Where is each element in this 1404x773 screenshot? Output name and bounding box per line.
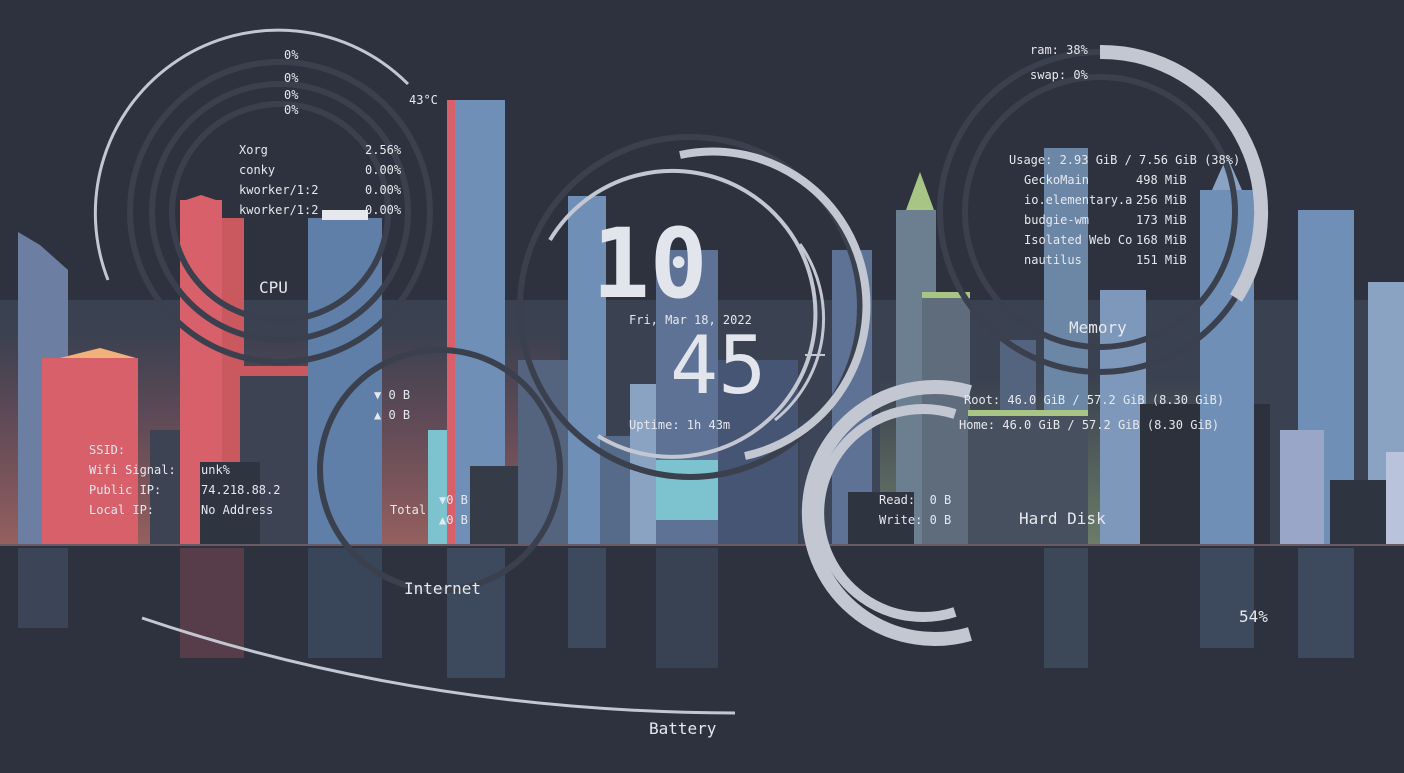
- battery-ring: [141, 616, 736, 715]
- memory-process-size: 168 MiB: [1136, 233, 1187, 247]
- memory-process-name: Isolated Web Co: [1024, 233, 1133, 247]
- memory-process-name: io.elementary.a: [1024, 193, 1133, 207]
- clock-uptime: Uptime: 1h 43m: [629, 418, 731, 432]
- desktop: 0% 0% 0% 0% 43°C Xorg 2.56% conky 0.00% …: [0, 0, 1404, 773]
- battery-label: Battery: [649, 719, 717, 738]
- cpu-core-2-usage: 0%: [284, 71, 299, 85]
- public-ip-value: 74.218.88.2: [201, 483, 281, 497]
- wifi-signal-value: unk%: [201, 463, 230, 477]
- memory-process-name: budgie-wm: [1024, 213, 1090, 227]
- cpu-core-3-usage: 0%: [284, 88, 299, 102]
- memory-swap-percent: swap: 0%: [1030, 68, 1088, 82]
- memory-ram-percent: ram: 38%: [1030, 43, 1088, 57]
- memory-process-name: nautilus: [1024, 253, 1082, 267]
- cpu-temperature: 43°C: [409, 93, 438, 107]
- network-total-label: Total: [390, 503, 427, 517]
- cpu-core-4-usage: 0%: [284, 103, 299, 117]
- cpu-core-1-usage: 0%: [284, 48, 299, 62]
- battery-percent: 54%: [1239, 607, 1268, 626]
- cpu-process-name: conky: [239, 163, 276, 177]
- cpu-process-name: kworker/1:2: [239, 183, 319, 197]
- cpu-label: CPU: [259, 278, 288, 297]
- disk-write-speed: Write: 0 B: [879, 513, 952, 527]
- cpu-process-name: Xorg: [239, 143, 268, 157]
- disk-read-speed: Read: 0 B: [879, 493, 952, 507]
- public-ip-label: Public IP:: [89, 483, 162, 497]
- memory-process-size: 173 MiB: [1136, 213, 1187, 227]
- ssid-label: SSID:: [89, 443, 126, 457]
- disk-root-usage: Root: 46.0 GiB / 57.2 GiB (8.30 GiB): [964, 393, 1225, 407]
- internet-label: Internet: [404, 579, 482, 598]
- clock-hours: 10: [592, 208, 708, 320]
- memory-process-size: 151 MiB: [1136, 253, 1187, 267]
- clock-minutes: 45: [670, 319, 767, 412]
- cpu-process-name: kworker/1:2: [239, 203, 319, 217]
- memory-usage: Usage: 2.93 GiB / 7.56 GiB (38%): [1009, 153, 1241, 167]
- cpu-process-usage: 0.00%: [365, 163, 402, 177]
- local-ip-value: No Address: [201, 503, 274, 517]
- memory-process-size: 256 MiB: [1136, 193, 1187, 207]
- cpu-process-usage: 0.00%: [365, 203, 402, 217]
- cpu-process-usage: 0.00%: [365, 183, 402, 197]
- disk-home-usage: Home: 46.0 GiB / 57.2 GiB (8.30 GiB): [959, 418, 1220, 432]
- memory-process-size: 498 MiB: [1136, 173, 1187, 187]
- hard-disk-label: Hard Disk: [1019, 509, 1106, 528]
- local-ip-label: Local IP:: [89, 503, 155, 517]
- network-total-download: ▼0 B: [439, 493, 468, 507]
- memory-label: Memory: [1069, 318, 1127, 337]
- cpu-process-usage: 2.56%: [365, 143, 402, 157]
- network-upload-speed: ▲ 0 B: [374, 408, 411, 422]
- memory-process-name: GeckoMain: [1024, 173, 1090, 187]
- network-total-upload: ▲0 B: [439, 513, 468, 527]
- network-download-speed: ▼ 0 B: [374, 388, 411, 402]
- wifi-signal-label: Wifi Signal:: [89, 463, 176, 477]
